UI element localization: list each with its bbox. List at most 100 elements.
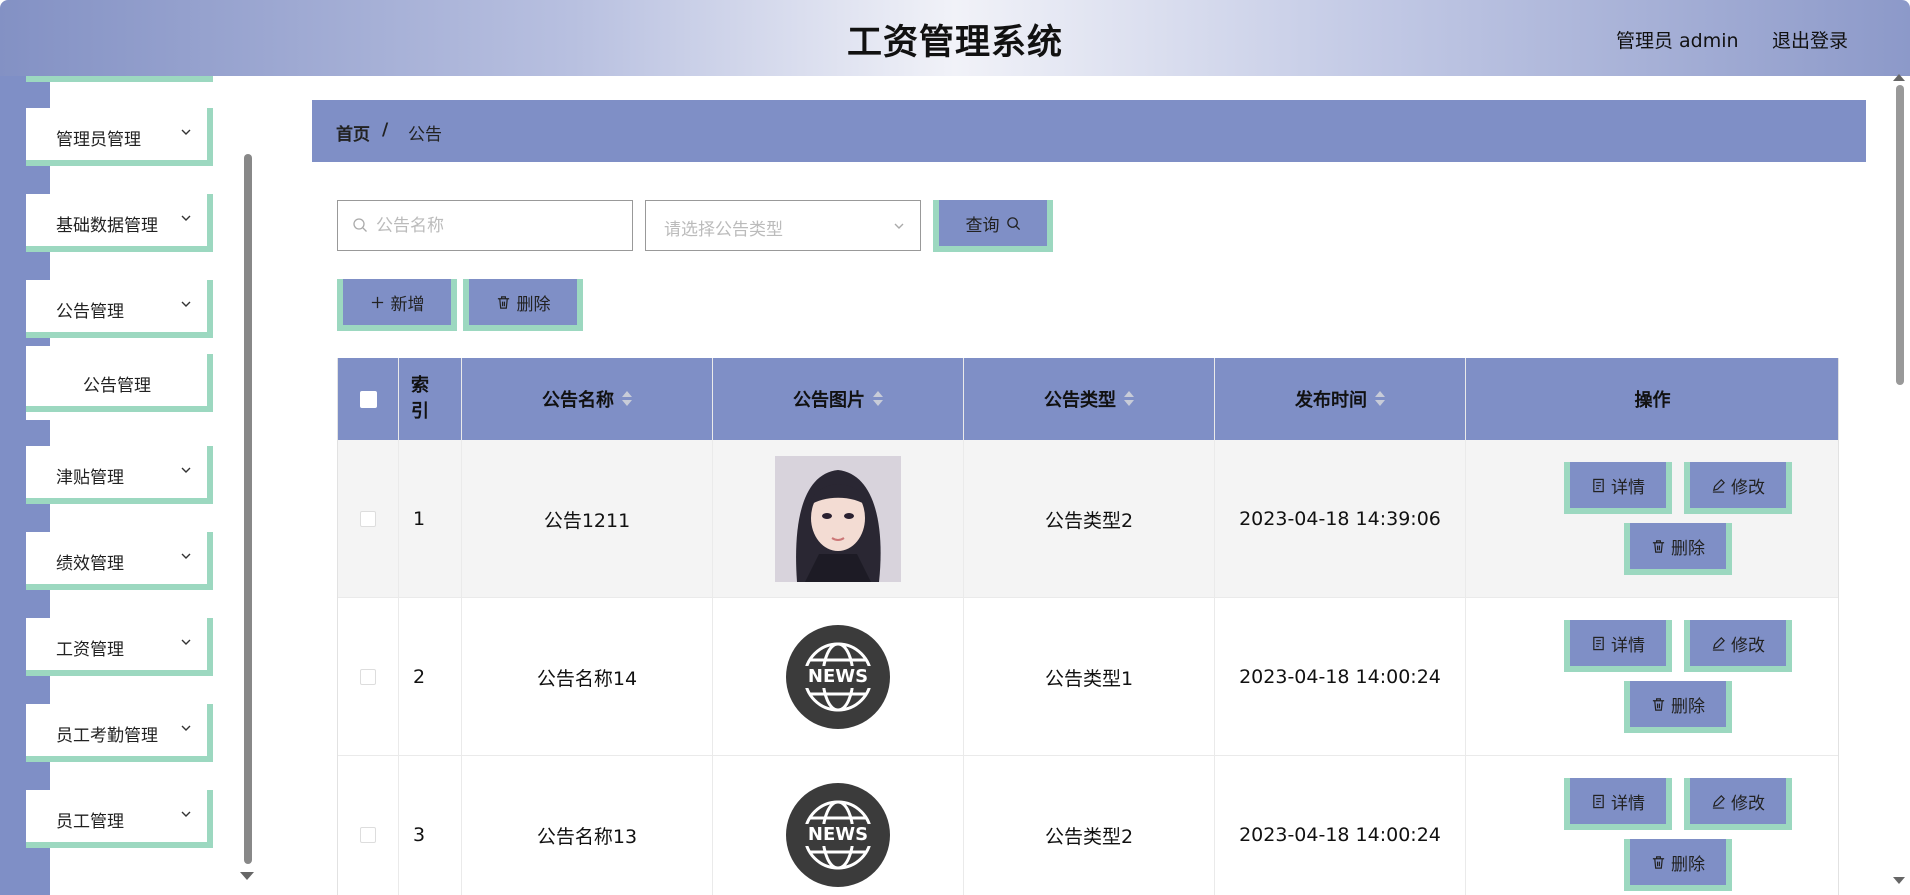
sidebar-item-partial xyxy=(26,76,213,82)
sidebar-scroll-down-icon[interactable] xyxy=(240,872,254,880)
cell-type: 公告类型2 xyxy=(964,440,1215,598)
sort-icon[interactable] xyxy=(1375,391,1385,407)
trash-icon xyxy=(1652,855,1665,869)
sidebar-item-employee[interactable]: 员工管理 xyxy=(26,790,213,848)
col-image[interactable]: 公告图片 xyxy=(713,358,964,440)
edit-icon xyxy=(1712,478,1725,493)
sidebar-item-label: 员工考勤管理 xyxy=(56,726,158,746)
edit-button[interactable]: 修改 xyxy=(1684,778,1792,830)
chevron-down-icon xyxy=(181,215,191,221)
portrait-image xyxy=(775,456,901,582)
news-text: NEWS xyxy=(807,666,869,687)
edit-button[interactable]: 修改 xyxy=(1684,620,1792,672)
detail-label: 详情 xyxy=(1611,477,1645,498)
row-select-cell xyxy=(338,756,399,895)
col-type[interactable]: 公告类型 xyxy=(964,358,1215,440)
search-name-field[interactable] xyxy=(337,200,633,251)
detail-button[interactable]: 详情 xyxy=(1564,620,1672,672)
cell-time: 2023-04-18 14:39:06 xyxy=(1215,440,1466,598)
delete-button[interactable]: 删除 xyxy=(1624,839,1732,891)
col-index-label: 索引 xyxy=(411,375,429,422)
edit-button[interactable]: 修改 xyxy=(1684,462,1792,514)
page-scroll-down-icon[interactable] xyxy=(1893,877,1905,884)
table-header: 索引 公告名称 公告图片 公告类型 发布时间 操作 xyxy=(338,358,1838,440)
table-row: 1 公告1211 公告类型2 2023-04-18 14:39:06 详情 修改… xyxy=(338,440,1838,598)
trash-icon xyxy=(1652,697,1665,711)
add-button[interactable]: 新增 xyxy=(337,279,457,331)
chevron-down-icon xyxy=(181,553,191,559)
col-ops-label: 操作 xyxy=(1634,390,1671,411)
select-all-cell xyxy=(338,358,399,440)
detail-button[interactable]: 详情 xyxy=(1564,778,1672,830)
sidebar-item-base-data[interactable]: 基础数据管理 xyxy=(26,194,213,252)
trash-icon xyxy=(497,295,509,309)
row-checkbox[interactable] xyxy=(360,511,376,527)
delete-button[interactable]: 删除 xyxy=(1624,523,1732,575)
select-all-checkbox[interactable] xyxy=(359,390,377,408)
sidebar-item-label: 员工管理 xyxy=(56,812,124,832)
page-scroll-up-icon[interactable] xyxy=(1893,74,1905,81)
detail-button[interactable]: 详情 xyxy=(1564,462,1672,514)
col-image-label: 公告图片 xyxy=(793,390,865,411)
sort-icon[interactable] xyxy=(873,391,883,407)
sort-icon[interactable] xyxy=(622,391,632,407)
row-checkbox[interactable] xyxy=(360,669,376,685)
row-checkbox[interactable] xyxy=(360,827,376,843)
page-scrollbar[interactable] xyxy=(1896,85,1904,385)
notice-photo xyxy=(775,456,901,582)
sidebar-item-label: 公告管理 xyxy=(56,302,124,322)
sidebar-item-allowance[interactable]: 津贴管理 xyxy=(26,446,213,504)
col-time-label: 发布时间 xyxy=(1295,390,1367,411)
col-name[interactable]: 公告名称 xyxy=(462,358,713,440)
sidebar-item-admin[interactable]: 管理员管理 xyxy=(26,108,213,166)
batch-delete-button[interactable]: 删除 xyxy=(463,279,583,331)
table-row: 3 公告名称13 NEWS 公告类型2 2023-04-18 14:00:24 xyxy=(338,756,1838,895)
search-name-input[interactable] xyxy=(376,213,616,239)
cell-index: 1 xyxy=(399,440,462,598)
breadcrumb-separator: / xyxy=(382,120,389,140)
sidebar-item-attendance[interactable]: 员工考勤管理 xyxy=(26,704,213,762)
chevron-down-icon xyxy=(894,223,904,229)
edit-icon xyxy=(1712,636,1725,651)
edit-label: 修改 xyxy=(1731,477,1765,498)
sidebar-item-label: 管理员管理 xyxy=(56,130,141,150)
chevron-down-icon xyxy=(181,301,191,307)
row-actions: 详情 修改 删除 xyxy=(1499,440,1806,598)
col-type-label: 公告类型 xyxy=(1044,390,1116,411)
edit-label: 修改 xyxy=(1731,635,1765,656)
query-button[interactable]: 查询 xyxy=(933,200,1053,252)
query-button-label: 查询 xyxy=(965,215,1000,236)
cell-ops: 详情 修改 删除 xyxy=(1466,598,1838,756)
submenu-item-notice-manage[interactable]: 公告管理 xyxy=(26,354,213,412)
edit-label: 修改 xyxy=(1731,793,1765,814)
table-row: 2 公告名称14 NEWS 公告类型1 2023-04-18 14:00:24 xyxy=(338,598,1838,756)
row-actions: 详情 修改 删除 xyxy=(1499,598,1806,756)
cell-name: 公告名称13 xyxy=(462,756,713,895)
breadcrumb-home[interactable]: 首页 xyxy=(336,120,370,145)
cell-type: 公告类型1 xyxy=(964,598,1215,756)
sidebar-item-notice[interactable]: 公告管理 xyxy=(26,280,213,338)
sidebar-item-label: 工资管理 xyxy=(56,640,124,660)
notice-type-select[interactable]: 请选择公告类型 xyxy=(645,200,921,251)
sort-icon[interactable] xyxy=(1124,391,1134,407)
col-time[interactable]: 发布时间 xyxy=(1215,358,1466,440)
detail-label: 详情 xyxy=(1611,793,1645,814)
chevron-down-icon xyxy=(181,129,191,135)
search-icon xyxy=(1006,216,1020,230)
sidebar-item-salary[interactable]: 工资管理 xyxy=(26,618,213,676)
sidebar-item-performance[interactable]: 绩效管理 xyxy=(26,532,213,590)
detail-label: 详情 xyxy=(1611,635,1645,656)
sidebar-item-label: 津贴管理 xyxy=(56,468,124,488)
cell-time: 2023-04-18 14:00:24 xyxy=(1215,598,1466,756)
delete-label: 删除 xyxy=(1671,538,1705,559)
search-icon xyxy=(353,218,367,232)
sidebar-scrollbar[interactable] xyxy=(244,154,252,864)
logout-link[interactable]: 退出登录 xyxy=(1772,26,1848,53)
cell-image xyxy=(713,440,964,598)
delete-button[interactable]: 删除 xyxy=(1624,681,1732,733)
col-ops: 操作 xyxy=(1466,358,1838,440)
batch-delete-label: 删除 xyxy=(516,294,551,315)
document-icon xyxy=(1593,636,1604,650)
sidebar-item-label: 绩效管理 xyxy=(56,554,124,574)
news-icon: NEWS xyxy=(786,783,890,887)
